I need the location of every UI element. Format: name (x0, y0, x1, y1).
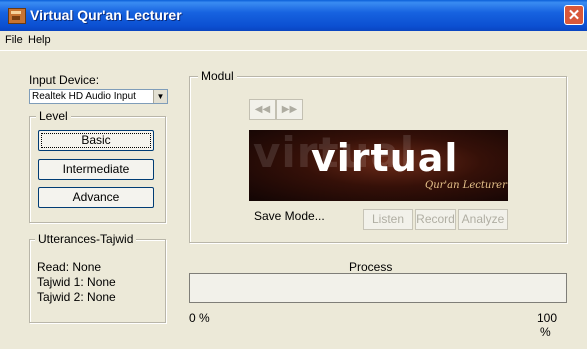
banner-logo-text: virtual (311, 136, 459, 180)
read-status: Read: None (37, 260, 102, 274)
rewind-button[interactable]: ◀◀ (249, 99, 276, 120)
basic-button[interactable]: Basic (38, 130, 154, 151)
banner-subtitle: Qur'an Lecturer (425, 180, 507, 191)
forward-button[interactable]: ▶▶ (276, 99, 303, 120)
record-button[interactable]: Record (415, 209, 456, 230)
title-bar[interactable]: Virtual Qur'an Lecturer ✕ (0, 0, 587, 31)
rewind-icon: ◀◀ (254, 104, 271, 115)
app-icon (8, 8, 26, 24)
virtual-banner-image: virtual virtual Qur'an Lecturer (249, 130, 508, 201)
advance-button[interactable]: Advance (38, 187, 154, 208)
input-device-select[interactable]: Realtek HD Audio Input ▼ (29, 89, 168, 104)
chevron-down-icon[interactable]: ▼ (153, 90, 167, 103)
app-window: Virtual Qur'an Lecturer ✕ File Help Inpu… (0, 0, 587, 349)
menu-bar: File Help (0, 31, 587, 51)
modul-legend: Modul (198, 69, 237, 83)
process-label: Process (349, 260, 393, 274)
progress-max-label: 100 (537, 311, 558, 325)
utterances-legend: Utterances-Tajwid (35, 232, 137, 246)
input-device-label: Input Device: (29, 73, 100, 87)
progress-max-unit: % (540, 325, 551, 339)
analyze-button[interactable]: Analyze (458, 209, 508, 230)
close-icon: ✕ (567, 7, 581, 24)
fast-forward-icon: ▶▶ (281, 104, 298, 115)
level-legend: Level (36, 109, 71, 123)
intermediate-button[interactable]: Intermediate (38, 159, 154, 180)
tajwid2-status: Tajwid 2: None (37, 290, 116, 304)
input-device-value: Realtek HD Audio Input (32, 91, 136, 102)
close-button[interactable]: ✕ (564, 5, 584, 25)
save-mode-label: Save Mode... (254, 209, 325, 223)
menu-file[interactable]: File (5, 34, 23, 46)
process-progress-bar (189, 273, 567, 303)
tajwid1-status: Tajwid 1: None (37, 275, 116, 289)
progress-min-label: 0 % (189, 311, 210, 325)
menu-help[interactable]: Help (28, 34, 51, 46)
listen-button[interactable]: Listen (363, 209, 413, 230)
window-title: Virtual Qur'an Lecturer (30, 7, 182, 23)
